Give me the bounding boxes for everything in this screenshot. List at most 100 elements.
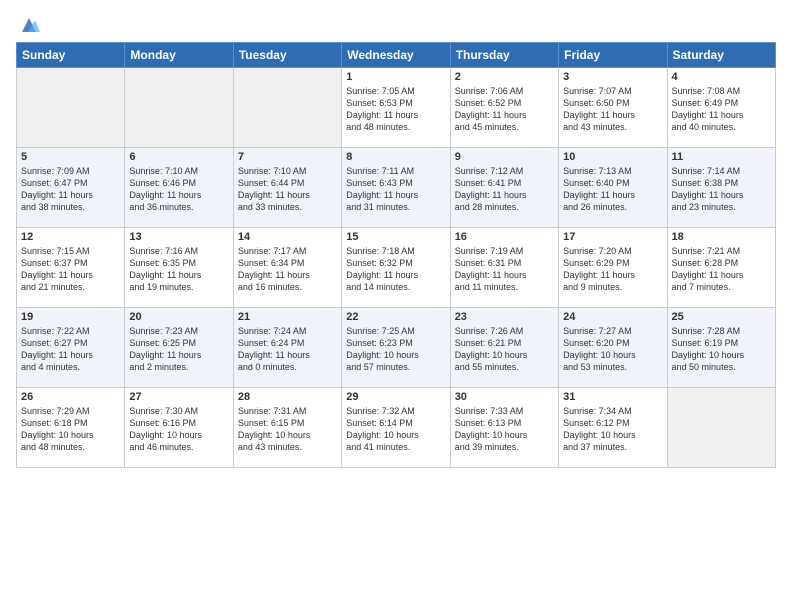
calendar-cell: 15 Sunrise: 7:18 AMSunset: 6:32 PMDayligh… (342, 228, 450, 308)
day-number: 29 (346, 391, 445, 403)
weekday-header-friday: Friday (559, 43, 667, 68)
page-container: SundayMondayTuesdayWednesdayThursdayFrid… (0, 0, 792, 476)
calendar-week-1: 1 Sunrise: 7:05 AMSunset: 6:53 PMDaylight… (17, 68, 776, 148)
calendar-cell: 9 Sunrise: 7:12 AMSunset: 6:41 PMDaylight… (450, 148, 558, 228)
calendar-cell: 29 Sunrise: 7:32 AMSunset: 6:14 PMDayligh… (342, 388, 450, 468)
day-info: Sunrise: 7:13 AMSunset: 6:40 PMDaylight:… (563, 165, 662, 214)
day-number: 19 (21, 311, 120, 323)
calendar-cell: 11 Sunrise: 7:14 AMSunset: 6:38 PMDayligh… (667, 148, 775, 228)
day-number: 18 (672, 231, 771, 243)
day-info: Sunrise: 7:10 AMSunset: 6:44 PMDaylight:… (238, 165, 337, 214)
day-info: Sunrise: 7:12 AMSunset: 6:41 PMDaylight:… (455, 165, 554, 214)
calendar-cell: 20 Sunrise: 7:23 AMSunset: 6:25 PMDayligh… (125, 308, 233, 388)
day-info: Sunrise: 7:15 AMSunset: 6:37 PMDaylight:… (21, 245, 120, 294)
day-info: Sunrise: 7:20 AMSunset: 6:29 PMDaylight:… (563, 245, 662, 294)
day-number: 11 (672, 151, 771, 163)
calendar-cell: 24 Sunrise: 7:27 AMSunset: 6:20 PMDayligh… (559, 308, 667, 388)
calendar-cell: 5 Sunrise: 7:09 AMSunset: 6:47 PMDaylight… (17, 148, 125, 228)
day-info: Sunrise: 7:21 AMSunset: 6:28 PMDaylight:… (672, 245, 771, 294)
calendar-cell: 31 Sunrise: 7:34 AMSunset: 6:12 PMDayligh… (559, 388, 667, 468)
calendar-cell: 30Sunrise: 7:33 AMSunset: 6:13 PMDayligh… (450, 388, 558, 468)
calendar-week-4: 19 Sunrise: 7:22 AMSunset: 6:27 PMDayligh… (17, 308, 776, 388)
day-info: Sunrise: 7:34 AMSunset: 6:12 PMDaylight:… (563, 405, 662, 454)
day-number: 1 (346, 71, 445, 83)
day-info: Sunrise: 7:28 AMSunset: 6:19 PMDaylight:… (672, 325, 771, 374)
weekday-header-tuesday: Tuesday (233, 43, 341, 68)
day-info: Sunrise: 7:16 AMSunset: 6:35 PMDaylight:… (129, 245, 228, 294)
calendar-cell: 7 Sunrise: 7:10 AMSunset: 6:44 PMDaylight… (233, 148, 341, 228)
calendar-cell: 13 Sunrise: 7:16 AMSunset: 6:35 PMDayligh… (125, 228, 233, 308)
day-number: 23 (455, 311, 554, 323)
calendar-cell: 22Sunrise: 7:25 AMSunset: 6:23 PMDayligh… (342, 308, 450, 388)
day-number: 4 (672, 71, 771, 83)
calendar-cell: 16Sunrise: 7:19 AMSunset: 6:31 PMDayligh… (450, 228, 558, 308)
day-info: Sunrise: 7:09 AMSunset: 6:47 PMDaylight:… (21, 165, 120, 214)
calendar-cell: 10 Sunrise: 7:13 AMSunset: 6:40 PMDayligh… (559, 148, 667, 228)
day-number: 10 (563, 151, 662, 163)
weekday-header-wednesday: Wednesday (342, 43, 450, 68)
calendar-cell: 21Sunrise: 7:24 AMSunset: 6:24 PMDayligh… (233, 308, 341, 388)
day-info: Sunrise: 7:30 AMSunset: 6:16 PMDaylight:… (129, 405, 228, 454)
day-number: 26 (21, 391, 120, 403)
day-info: Sunrise: 7:05 AMSunset: 6:53 PMDaylight:… (346, 85, 445, 134)
calendar-cell: 12Sunrise: 7:15 AMSunset: 6:37 PMDayligh… (17, 228, 125, 308)
day-info: Sunrise: 7:27 AMSunset: 6:20 PMDaylight:… (563, 325, 662, 374)
calendar-header-row: SundayMondayTuesdayWednesdayThursdayFrid… (17, 43, 776, 68)
day-info: Sunrise: 7:26 AMSunset: 6:21 PMDaylight:… (455, 325, 554, 374)
day-info: Sunrise: 7:07 AMSunset: 6:50 PMDaylight:… (563, 85, 662, 134)
day-info: Sunrise: 7:18 AMSunset: 6:32 PMDaylight:… (346, 245, 445, 294)
calendar-cell: 1 Sunrise: 7:05 AMSunset: 6:53 PMDaylight… (342, 68, 450, 148)
day-number: 28 (238, 391, 337, 403)
calendar-week-3: 12Sunrise: 7:15 AMSunset: 6:37 PMDayligh… (17, 228, 776, 308)
day-info: Sunrise: 7:23 AMSunset: 6:25 PMDaylight:… (129, 325, 228, 374)
day-number: 24 (563, 311, 662, 323)
logo (16, 14, 40, 36)
calendar-cell: 2 Sunrise: 7:06 AMSunset: 6:52 PMDaylight… (450, 68, 558, 148)
calendar-cell: 23 Sunrise: 7:26 AMSunset: 6:21 PMDayligh… (450, 308, 558, 388)
calendar-cell: 28 Sunrise: 7:31 AMSunset: 6:15 PMDayligh… (233, 388, 341, 468)
calendar-cell: 8Sunrise: 7:11 AMSunset: 6:43 PMDaylight… (342, 148, 450, 228)
day-number: 16 (455, 231, 554, 243)
calendar-week-2: 5 Sunrise: 7:09 AMSunset: 6:47 PMDaylight… (17, 148, 776, 228)
day-info: Sunrise: 7:24 AMSunset: 6:24 PMDaylight:… (238, 325, 337, 374)
calendar-week-5: 26Sunrise: 7:29 AMSunset: 6:18 PMDayligh… (17, 388, 776, 468)
day-number: 31 (563, 391, 662, 403)
day-info: Sunrise: 7:10 AMSunset: 6:46 PMDaylight:… (129, 165, 228, 214)
day-info: Sunrise: 7:32 AMSunset: 6:14 PMDaylight:… (346, 405, 445, 454)
day-number: 3 (563, 71, 662, 83)
day-number: 30 (455, 391, 554, 403)
weekday-header-thursday: Thursday (450, 43, 558, 68)
day-info: Sunrise: 7:14 AMSunset: 6:38 PMDaylight:… (672, 165, 771, 214)
day-number: 2 (455, 71, 554, 83)
day-number: 7 (238, 151, 337, 163)
calendar-cell: 17 Sunrise: 7:20 AMSunset: 6:29 PMDayligh… (559, 228, 667, 308)
day-number: 20 (129, 311, 228, 323)
day-info: Sunrise: 7:08 AMSunset: 6:49 PMDaylight:… (672, 85, 771, 134)
calendar-cell: 6 Sunrise: 7:10 AMSunset: 6:46 PMDaylight… (125, 148, 233, 228)
day-info: Sunrise: 7:06 AMSunset: 6:52 PMDaylight:… (455, 85, 554, 134)
day-number: 15 (346, 231, 445, 243)
calendar-cell: 14Sunrise: 7:17 AMSunset: 6:34 PMDayligh… (233, 228, 341, 308)
day-number: 5 (21, 151, 120, 163)
calendar-cell: 25 Sunrise: 7:28 AMSunset: 6:19 PMDayligh… (667, 308, 775, 388)
calendar-cell: 3 Sunrise: 7:07 AMSunset: 6:50 PMDaylight… (559, 68, 667, 148)
day-number: 9 (455, 151, 554, 163)
day-info: Sunrise: 7:22 AMSunset: 6:27 PMDaylight:… (21, 325, 120, 374)
calendar-cell: 4 Sunrise: 7:08 AMSunset: 6:49 PMDaylight… (667, 68, 775, 148)
calendar-table: SundayMondayTuesdayWednesdayThursdayFrid… (16, 42, 776, 468)
calendar-cell: 19 Sunrise: 7:22 AMSunset: 6:27 PMDayligh… (17, 308, 125, 388)
day-number: 17 (563, 231, 662, 243)
calendar-cell (17, 68, 125, 148)
day-number: 25 (672, 311, 771, 323)
day-info: Sunrise: 7:11 AMSunset: 6:43 PMDaylight:… (346, 165, 445, 214)
day-info: Sunrise: 7:17 AMSunset: 6:34 PMDaylight:… (238, 245, 337, 294)
calendar-cell (125, 68, 233, 148)
weekday-header-monday: Monday (125, 43, 233, 68)
day-number: 6 (129, 151, 228, 163)
logo-text (16, 14, 40, 36)
day-info: Sunrise: 7:25 AMSunset: 6:23 PMDaylight:… (346, 325, 445, 374)
day-info: Sunrise: 7:31 AMSunset: 6:15 PMDaylight:… (238, 405, 337, 454)
day-number: 13 (129, 231, 228, 243)
calendar-cell (233, 68, 341, 148)
calendar-cell: 18 Sunrise: 7:21 AMSunset: 6:28 PMDayligh… (667, 228, 775, 308)
